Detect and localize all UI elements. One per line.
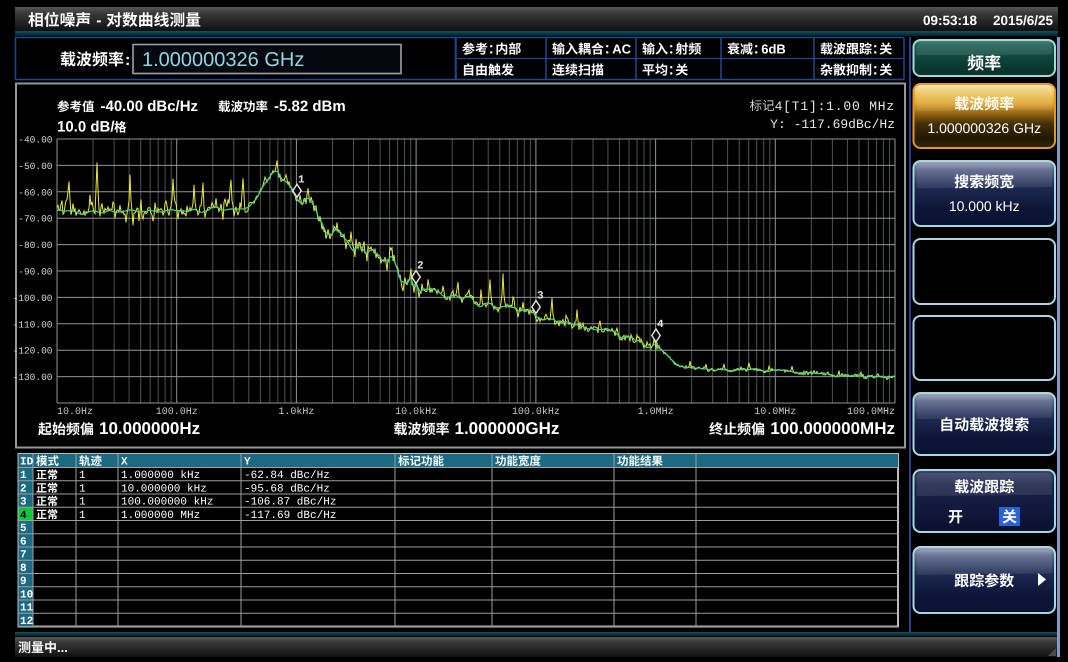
svg-text:-95.68 dBc/Hz: -95.68 dBc/Hz [244,483,330,495]
svg-text:1: 1 [20,470,27,482]
svg-text:2: 2 [417,261,424,273]
svg-text:1: 1 [79,470,86,482]
svg-text:10.0Hz: 10.0Hz [57,407,93,418]
svg-text:10.000000Hz: 10.000000Hz [99,419,200,438]
svg-text:100.0Hz: 100.0Hz [156,407,198,418]
svg-text:2015/6/25: 2015/6/25 [993,13,1054,28]
svg-text:4[T1]:1.00 MHz: 4[T1]:1.00 MHz [775,99,895,114]
svg-text:-62.84 dBc/Hz: -62.84 dBc/Hz [244,470,330,482]
svg-text:-100.00: -100.00 [13,293,53,304]
svg-text:10.0 dB/: 10.0 dB/ [57,119,115,136]
svg-text:10.000 kHz: 10.000 kHz [949,198,1020,214]
svg-text:10: 10 [20,589,33,601]
svg-text:-90.00: -90.00 [18,267,53,278]
svg-text:1.0kHz: 1.0kHz [278,406,314,418]
svg-text:4: 4 [657,319,664,331]
svg-text:1.0MHz: 1.0MHz [638,407,674,418]
svg-text:Y: -117.69dBc/Hz: Y: -117.69dBc/Hz [770,117,895,132]
svg-text:1.000000GHz: 1.000000GHz [455,419,560,438]
svg-text:-80.00: -80.00 [18,240,53,251]
svg-text:2: 2 [20,483,27,495]
svg-text:-60.00: -60.00 [18,187,53,198]
svg-text:-50.00: -50.00 [18,161,53,172]
svg-text:9: 9 [20,576,27,588]
svg-text:-110.00: -110.00 [13,319,53,330]
svg-text:-40.00 dBc/Hz: -40.00 dBc/Hz [101,98,199,115]
svg-text:1: 1 [298,174,305,186]
svg-text:-: - [96,13,101,30]
svg-text:1.000000326 GHz: 1.000000326 GHz [142,49,304,71]
svg-text:100.000000 kHz: 100.000000 kHz [121,497,213,509]
svg-text:-5.82 dBm: -5.82 dBm [274,98,346,115]
svg-text:10.0kHz: 10.0kHz [395,406,437,418]
svg-text:1: 1 [79,497,86,509]
svg-text:ID: ID [20,457,34,469]
svg-text:Y: Y [244,457,251,469]
svg-text::: : [125,52,130,69]
svg-text:1: 1 [79,483,86,495]
svg-text:1.000000 kHz: 1.000000 kHz [121,470,200,482]
svg-text:-106.87 dBc/Hz: -106.87 dBc/Hz [244,497,336,509]
svg-text:3: 3 [537,291,544,303]
svg-text:1: 1 [79,510,86,522]
svg-text:1.000000326 GHz: 1.000000326 GHz [927,120,1041,136]
svg-text:-117.69 dBc/Hz: -117.69 dBc/Hz [244,510,336,522]
svg-text:6dB: 6dB [761,42,786,57]
svg-text:100.000000MHz: 100.000000MHz [770,419,895,438]
svg-text:...: ... [57,640,68,655]
svg-text:09:53:18: 09:53:18 [923,13,978,28]
svg-text:-130.00: -130.00 [13,372,53,383]
svg-text:5: 5 [20,523,27,535]
svg-text:10.0MHz: 10.0MHz [754,407,796,418]
svg-text:-70.00: -70.00 [18,214,53,225]
svg-text:7: 7 [20,550,27,562]
svg-text:10.000000 kHz: 10.000000 kHz [121,483,207,495]
svg-text:AC: AC [612,42,631,57]
svg-text:100.0MHz: 100.0MHz [847,407,895,418]
svg-text:8: 8 [20,563,27,575]
svg-text:11: 11 [20,603,34,615]
svg-text:100.0kHz: 100.0kHz [512,406,560,418]
svg-text:6: 6 [20,536,27,548]
svg-text:-40.00: -40.00 [18,135,53,146]
svg-text:12: 12 [20,616,33,628]
svg-text:3: 3 [20,497,27,509]
svg-text:1.000000 MHz: 1.000000 MHz [121,510,200,522]
svg-text:X: X [121,457,128,469]
svg-text:4: 4 [20,510,27,522]
svg-text:-120.00: -120.00 [13,346,53,357]
